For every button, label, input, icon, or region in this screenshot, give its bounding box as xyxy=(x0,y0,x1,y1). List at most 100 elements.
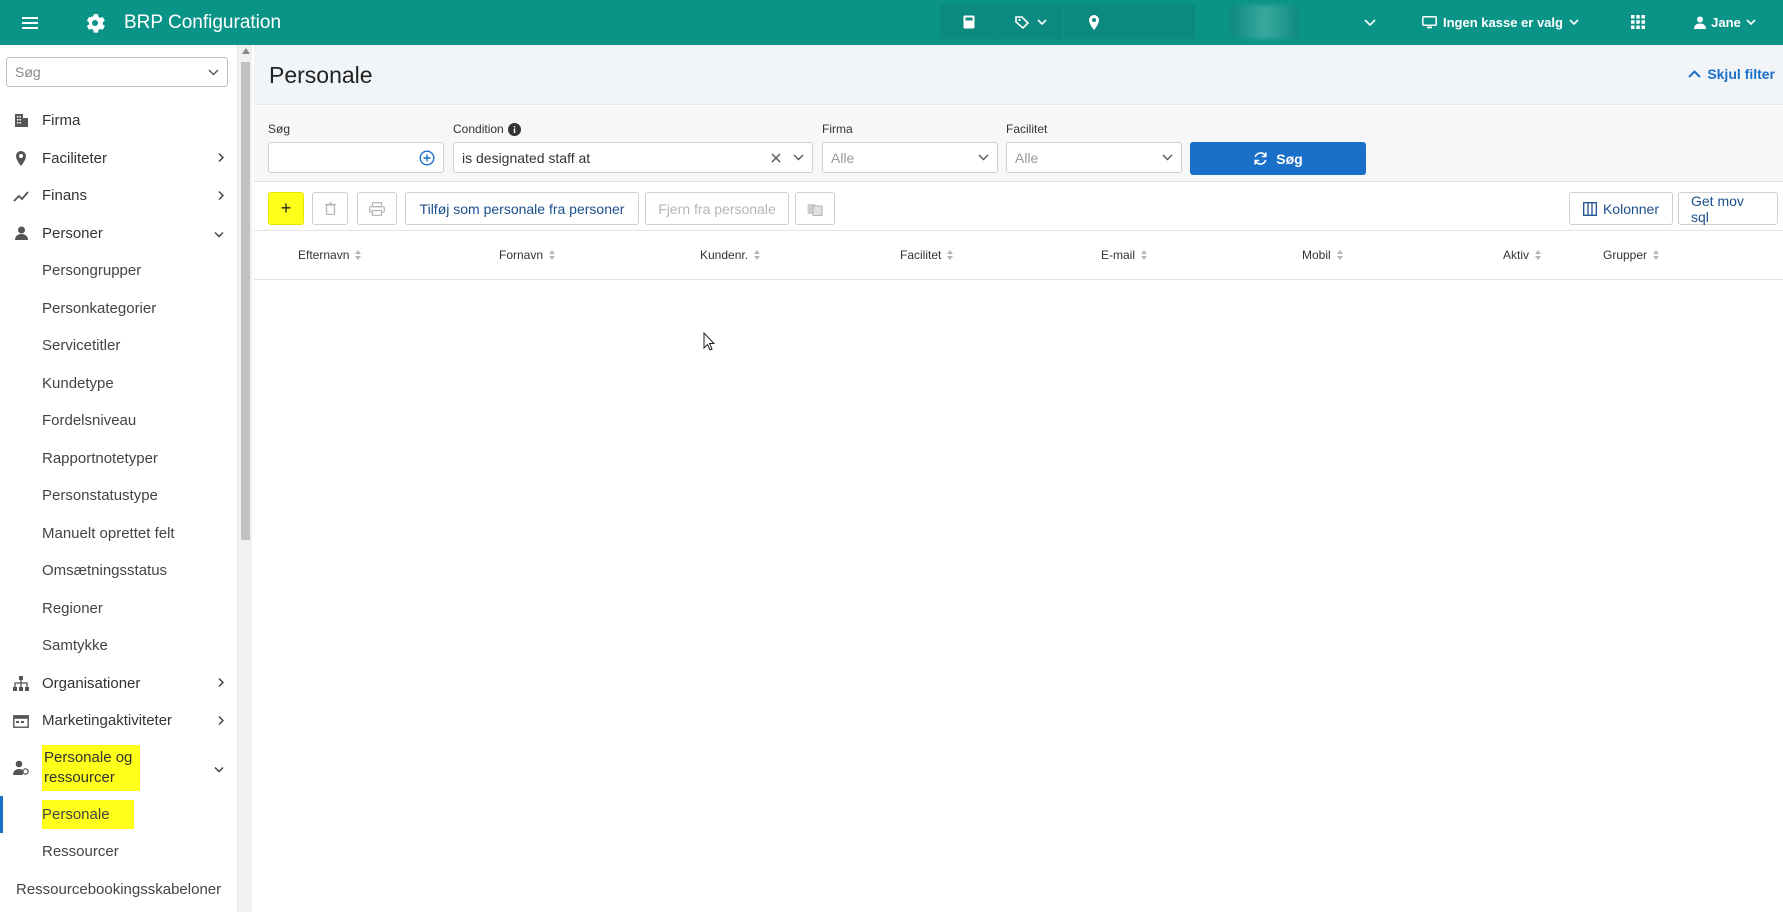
column-header-mobil[interactable]: Mobil xyxy=(1302,248,1343,262)
search-input[interactable] xyxy=(268,142,444,173)
sidebar-item-finans[interactable]: Finans xyxy=(0,177,236,215)
copy-button[interactable] xyxy=(795,192,835,225)
action-toolbar: + Tilføj som personale fra personer Fjer… xyxy=(254,183,1783,231)
chevron-down-icon xyxy=(214,225,224,242)
filter-panel: Søg Condition is designated staff at Fir… xyxy=(254,106,1783,182)
sidebar-subitem-rapportnotetyper[interactable]: Rapportnotetyper xyxy=(0,440,236,478)
add-button[interactable]: + xyxy=(268,192,304,225)
sidebar-item-label: Firma xyxy=(42,112,81,130)
sidebar-item-label: Personale og ressourcer xyxy=(42,744,140,791)
column-header-aktiv[interactable]: Aktiv xyxy=(1503,248,1542,262)
register-dropdown[interactable]: Ingen kasse er valg xyxy=(1408,5,1608,39)
sidebar-subitem-kundetype[interactable]: Kundetype xyxy=(0,365,236,403)
facilitet-select[interactable]: Alle xyxy=(1006,142,1182,173)
firma-value: Alle xyxy=(831,149,855,166)
columns-button[interactable]: Kolonner xyxy=(1569,192,1673,225)
chevron-down-icon xyxy=(1300,5,1386,39)
column-label: E-mail xyxy=(1101,248,1136,262)
chevron-right-icon xyxy=(218,187,225,204)
page-title: Personale xyxy=(269,62,373,88)
sidebar-subitem-samtykke[interactable]: Samtykke xyxy=(0,627,236,665)
toolbar-group xyxy=(940,5,1195,39)
column-header-grupper[interactable]: Grupper xyxy=(1603,248,1660,262)
top-bar: BRP Configuration Ingen kasse er valg Ja… xyxy=(0,0,1783,45)
sort-icon xyxy=(549,250,556,260)
sidebar-item-ressourcebookingsskabeloner[interactable]: Ressourcebookingsskabeloner xyxy=(0,871,236,909)
sort-icon xyxy=(1535,250,1542,260)
copy-icon xyxy=(807,203,823,216)
trash-icon xyxy=(324,202,336,215)
chevron-up-icon xyxy=(1688,70,1702,78)
column-header-fornavn[interactable]: Fornavn xyxy=(499,248,556,262)
hamburger-menu-icon[interactable] xyxy=(0,0,60,45)
search-button-label: Søg xyxy=(1276,150,1303,167)
condition-value: is designated staff at xyxy=(462,149,591,166)
condition-label-wrap: Condition xyxy=(453,122,521,136)
gear-icon xyxy=(80,0,110,45)
column-header-efternavn[interactable]: Efternavn xyxy=(298,248,362,262)
sidebar: Søg Firma Faciliteter Finans Personer Pe… xyxy=(0,45,238,912)
sidebar-scrollbar-thumb[interactable] xyxy=(241,62,250,540)
get-sql-button[interactable]: Get mov sql xyxy=(1678,192,1778,225)
hide-filter-button[interactable]: Skjul filter xyxy=(1688,66,1775,82)
sidebar-item-organisationer[interactable]: Organisationer xyxy=(0,665,236,703)
firma-select[interactable]: Alle xyxy=(822,142,998,173)
calculator-icon[interactable] xyxy=(940,5,997,39)
chevron-down-icon xyxy=(1746,19,1756,25)
column-header-email[interactable]: E-mail xyxy=(1101,248,1148,262)
sidebar-item-label: Marketingaktiviteter xyxy=(42,712,173,730)
sidebar-item-faciliteter[interactable]: Faciliteter xyxy=(0,140,236,178)
facilitet-label: Facilitet xyxy=(1006,122,1048,136)
apps-grid-icon[interactable] xyxy=(1620,5,1656,39)
sidebar-item-firma[interactable]: Firma xyxy=(0,102,236,140)
sidebar-nav: Firma Faciliteter Finans Personer Person… xyxy=(0,102,236,908)
sidebar-subitem-personkategorier[interactable]: Personkategorier xyxy=(0,290,236,328)
sidebar-subitem-omsaetningsstatus[interactable]: Omsætningsstatus xyxy=(0,552,236,590)
user-menu[interactable]: Jane xyxy=(1680,5,1770,39)
sidebar-subitem-regioner[interactable]: Regioner xyxy=(0,590,236,628)
sidebar-item-personale-og-ressourcer[interactable]: Personale og ressourcer xyxy=(0,740,236,796)
delete-button[interactable] xyxy=(312,192,348,225)
app-title: BRP Configuration xyxy=(124,11,282,33)
staff-icon xyxy=(12,759,30,777)
sidebar-subitem-manuelt-oprettet-felt[interactable]: Manuelt oprettet felt xyxy=(0,515,236,553)
condition-select[interactable]: is designated staff at xyxy=(453,142,813,173)
tag-icon xyxy=(1014,16,1029,29)
sidebar-subitem-personale[interactable]: Personale xyxy=(0,795,236,833)
sidebar-subitem-persongrupper[interactable]: Persongrupper xyxy=(0,252,236,290)
chevron-down-icon xyxy=(1036,19,1047,25)
add-circle-icon[interactable] xyxy=(419,149,435,166)
mouse-cursor-icon xyxy=(703,331,716,354)
user-name: Jane xyxy=(1711,14,1741,30)
column-header-facilitet[interactable]: Facilitet xyxy=(900,248,954,262)
register-label: Ingen kasse er valg xyxy=(1443,14,1563,30)
sidebar-subitem-servicetitler[interactable]: Servicetitler xyxy=(0,327,236,365)
location-pin-icon[interactable] xyxy=(1064,5,1124,39)
sort-icon xyxy=(355,250,362,260)
add-from-persons-button[interactable]: Tilføj som personale fra personer xyxy=(405,192,639,225)
scroll-up-arrow-icon[interactable] xyxy=(242,48,250,54)
sort-icon xyxy=(754,250,761,260)
sidebar-item-personer[interactable]: Personer xyxy=(0,215,236,253)
sidebar-item-marketingaktiviteter[interactable]: Marketingaktiviteter xyxy=(0,702,236,740)
chevron-right-icon xyxy=(218,712,225,729)
tag-dropdown-button[interactable] xyxy=(998,5,1063,39)
clear-icon[interactable] xyxy=(771,153,781,163)
page-header: Personale Skjul filter xyxy=(254,45,1783,105)
search-button[interactable]: Søg xyxy=(1190,142,1366,175)
print-button[interactable] xyxy=(357,192,397,225)
org-chart-icon xyxy=(12,674,30,692)
sidebar-subitem-personstatustype[interactable]: Personstatustype xyxy=(0,477,236,515)
chevron-down-icon xyxy=(1569,19,1579,25)
user-icon xyxy=(1694,16,1707,29)
info-icon[interactable] xyxy=(507,122,521,136)
remove-from-staff-button[interactable]: Fjern fra personale xyxy=(645,192,789,225)
sidebar-subitem-ressourcer[interactable]: Ressourcer xyxy=(0,833,236,871)
column-header-kundenr[interactable]: Kundenr. xyxy=(700,248,761,262)
location-dropdown[interactable] xyxy=(1300,5,1386,39)
column-label: Fornavn xyxy=(499,248,544,262)
monitor-icon xyxy=(1422,15,1437,28)
sidebar-search-dropdown[interactable]: Søg xyxy=(6,57,228,87)
sidebar-subitem-fordelsniveau[interactable]: Fordelsniveau xyxy=(0,402,236,440)
trend-chart-icon xyxy=(12,187,30,205)
